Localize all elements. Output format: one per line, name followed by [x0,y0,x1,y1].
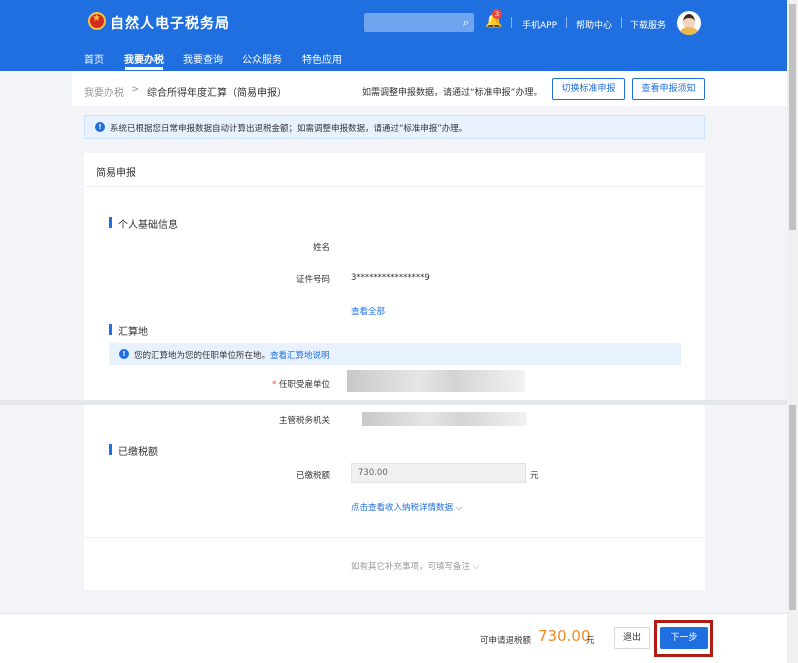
header-divider [511,17,512,28]
chevron-down-icon: ⌵ [472,562,480,572]
location-notice-text: 您的汇算地为您的任职单位所在地。查看汇算地说明 [134,349,330,361]
section-title-paid: 已缴税额 [118,447,158,458]
paid-tax-unit: 元 [530,471,539,481]
required-mark: * [272,380,277,390]
divider [84,186,705,187]
exit-button[interactable]: 退出 [614,627,650,649]
income-detail-link[interactable]: 点击查看收入纳税详情数据 ⌵ [351,501,462,513]
employer-value-redacted [347,370,525,392]
name-label: 姓名 [312,243,330,253]
screenshot-seam [0,400,787,405]
nav-featured-apps[interactable]: 特色应用 [302,51,342,66]
view-guide-button[interactable]: 查看申报须知 [632,78,705,100]
notification-badge: 3 [492,9,502,19]
nav-home[interactable]: 首页 [84,51,104,66]
scrollbar-thumb[interactable] [789,405,796,610]
breadcrumb-hint: 如需调整申报数据，请通过“标准申报”办理。 [362,88,543,98]
location-notice-message: 您的汇算地为您的任职单位所在地。 [134,351,271,361]
help-center-link[interactable]: 帮助中心 [576,18,612,31]
nav-my-query[interactable]: 我要查询 [183,51,223,66]
nav-public-service[interactable]: 公众服务 [242,51,282,66]
breadcrumb-current: 综合所得年度汇算（简易申报） [147,88,287,99]
supplement-toggle[interactable]: 如有其它补充事项，可填写备注 ⌵ [351,560,479,572]
section-title-personal: 个人基础信息 [118,220,178,231]
nav-my-tax[interactable]: 我要办税 [124,51,164,66]
section-marker [109,217,112,228]
tax-office-value-redacted [362,412,527,426]
switch-standard-button[interactable]: 切换标准申报 [552,78,625,100]
notice-text: 系统已根据您日常申报数据自动计算出退税金额；如需调整申报数据，请通过“标准申报”… [110,124,468,134]
refund-unit: 元 [586,636,595,646]
id-number-label: 证件号码 [295,275,330,285]
paid-tax-field: 730.00 [351,463,526,483]
view-all-link[interactable]: 查看全部 [351,305,385,317]
section-marker [109,444,112,455]
next-step-button[interactable]: 下一步 [660,627,708,649]
search-input[interactable]: ⌕ [364,13,474,32]
card-title: 简易申报 [96,168,136,179]
divider [84,537,705,538]
section-marker [109,324,112,335]
chevron-down-icon: ⌵ [455,503,463,513]
info-icon: ! [119,349,129,359]
download-service-link[interactable]: 下载服务 [630,18,666,31]
income-detail-link-text: 点击查看收入纳税详情数据 [351,503,454,513]
section-title-location: 汇算地 [118,327,148,338]
location-explain-link[interactable]: 查看汇算地说明 [270,351,330,361]
search-icon[interactable]: ⌕ [463,16,469,30]
refund-label: 可申请退税额 [480,636,532,646]
employer-label-text: 任职受雇单位 [278,380,330,390]
nav-active-indicator [125,67,163,70]
user-avatar[interactable] [677,11,701,35]
header-divider [566,17,567,28]
top-header [0,0,787,71]
tax-office-label: 主管税务机关 [278,416,330,426]
refund-amount: 730.00 [538,627,591,645]
supplement-hint-text: 如有其它补充事项，可填写备注 [351,562,471,572]
info-icon: ! [95,122,105,132]
breadcrumb-root[interactable]: 我要办税 [84,84,124,99]
id-number-value: 3****************9 [351,273,430,283]
app-title[interactable]: 自然人电子税务局 [110,13,230,33]
tax-emblem-icon [88,12,106,30]
employer-label: * 任职受雇单位 [240,378,330,390]
breadcrumb-separator-icon: > [131,84,140,95]
scrollbar-thumb[interactable] [789,4,796,230]
mobile-app-link[interactable]: 手机APP [522,18,557,31]
paid-tax-label: 已缴税额 [295,471,330,481]
header-divider [621,17,622,28]
